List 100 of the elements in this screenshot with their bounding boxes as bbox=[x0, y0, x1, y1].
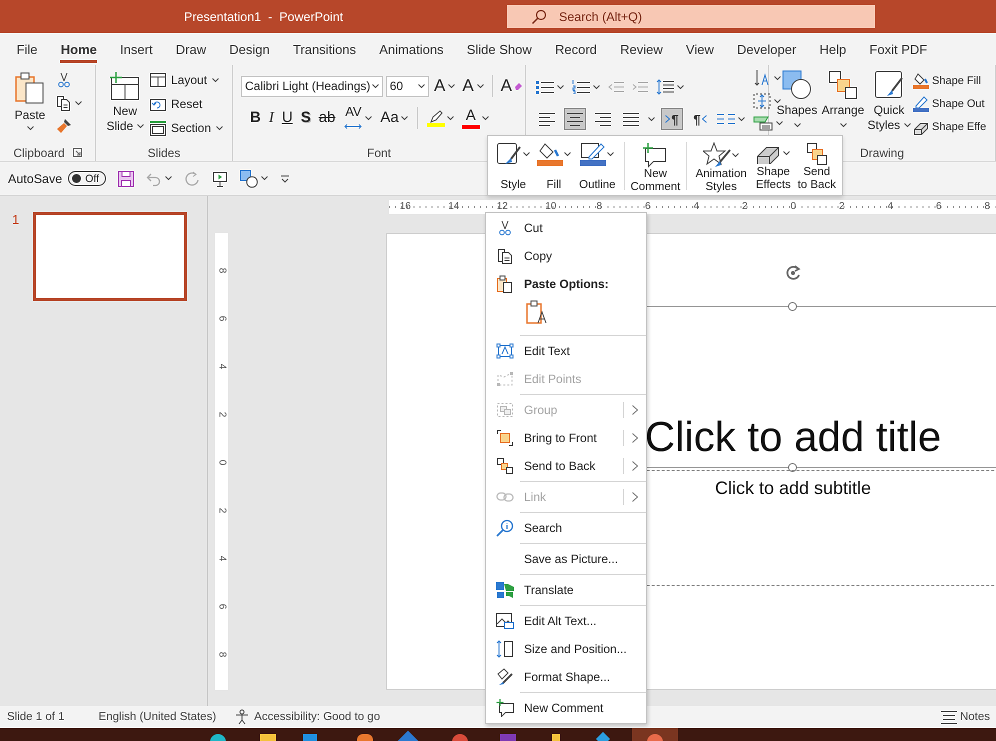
shape-effects-button[interactable]: Shape Effects bbox=[753, 140, 794, 192]
align-center-icon bbox=[567, 112, 583, 126]
shape-outline-button[interactable]: Shape Out bbox=[913, 92, 986, 115]
autosave-toggle[interactable]: Off bbox=[68, 171, 106, 186]
menu-item[interactable]: Search bbox=[486, 514, 646, 542]
new-slide-button[interactable]: New Slide bbox=[104, 65, 146, 144]
taskbar-icon[interactable] bbox=[596, 732, 610, 741]
paste-button[interactable]: Paste bbox=[12, 65, 48, 144]
font-color-button[interactable]: A bbox=[460, 107, 491, 129]
smartart-icon[interactable] bbox=[753, 115, 773, 131]
ribbon-tab[interactable]: Transitions bbox=[281, 36, 368, 62]
notes-button[interactable]: Notes bbox=[940, 710, 990, 724]
ribbon-tab[interactable]: Home bbox=[49, 36, 108, 62]
ribbon-tab[interactable]: Animations bbox=[368, 36, 456, 62]
font-size-dropdown[interactable]: 60 bbox=[386, 76, 430, 96]
ribbon-tab[interactable]: Review bbox=[608, 36, 674, 62]
menu-item[interactable]: Bring to Front bbox=[486, 424, 646, 452]
ribbon-tab[interactable]: Draw bbox=[164, 36, 218, 62]
ribbon-tab[interactable]: Developer bbox=[725, 36, 808, 62]
caret-icon bbox=[212, 78, 220, 82]
caret-icon bbox=[904, 123, 910, 128]
menu-item[interactable]: Save as Picture... bbox=[486, 545, 646, 573]
copy-icon[interactable] bbox=[56, 95, 72, 111]
align-center-button[interactable] bbox=[564, 108, 586, 130]
caret-icon bbox=[365, 116, 372, 120]
underline-button[interactable]: U bbox=[280, 107, 295, 129]
group-label: Clipboard bbox=[13, 146, 65, 160]
slide-thumbnail[interactable] bbox=[33, 212, 188, 301]
ribbon-tab[interactable]: Record bbox=[543, 36, 608, 62]
ribbon-tab[interactable]: Insert bbox=[108, 36, 164, 62]
font-name-dropdown[interactable]: Calibri Light (Headings) bbox=[241, 76, 383, 96]
menu-item[interactable]: New Comment bbox=[486, 694, 646, 722]
menu-item[interactable]: Send to Back bbox=[486, 452, 646, 480]
italic-button[interactable]: I bbox=[266, 107, 276, 129]
caret-icon bbox=[418, 84, 426, 88]
menu-item[interactable]: Translate bbox=[486, 576, 646, 604]
justify-icon bbox=[623, 112, 639, 126]
reset-button[interactable]: Reset bbox=[150, 92, 224, 116]
accessibility-status[interactable]: Accessibility: Good to go bbox=[254, 711, 380, 723]
quick-styles-button[interactable]: Quick Styles bbox=[867, 65, 911, 131]
save-icon[interactable] bbox=[118, 170, 134, 186]
columns-icon[interactable] bbox=[717, 113, 735, 125]
paintbrush-icon[interactable] bbox=[56, 118, 72, 134]
vertical-ruler: 8 6 4 2 0 2 4 6 8 bbox=[215, 233, 228, 690]
dialog-launcher-icon[interactable] bbox=[72, 148, 82, 157]
outline-button[interactable]: Outline bbox=[575, 140, 620, 192]
line-spacing-icon[interactable] bbox=[656, 79, 674, 95]
slide-number: 1 bbox=[12, 212, 20, 229]
search-icon bbox=[531, 8, 547, 24]
shapes-icon[interactable] bbox=[240, 170, 258, 188]
new-comment-button[interactable]: New Comment bbox=[628, 140, 682, 192]
ribbon-tab[interactable]: Slide Show bbox=[455, 36, 544, 62]
menu-item[interactable]: Cut bbox=[486, 214, 646, 242]
menu-item[interactable]: Edit Text bbox=[486, 337, 646, 365]
character-spacing-button[interactable]: AV bbox=[341, 107, 374, 129]
numbered-list-icon[interactable] bbox=[572, 80, 590, 94]
language-status[interactable]: English (United States) bbox=[98, 711, 216, 723]
chevron-right-icon bbox=[665, 115, 670, 123]
ribbon-tab[interactable]: Design bbox=[218, 36, 282, 62]
ribbon-tab[interactable]: View bbox=[674, 36, 726, 62]
layout-button[interactable]: Layout bbox=[150, 68, 224, 92]
menu-item[interactable]: Copy bbox=[486, 242, 646, 270]
style-button[interactable]: Style bbox=[494, 140, 533, 192]
left-to-right-button[interactable]: ¶ bbox=[661, 108, 683, 130]
active-taskbar-button[interactable] bbox=[632, 728, 678, 741]
search-field[interactable]: Search (Alt+Q) bbox=[507, 5, 875, 28]
ribbon-tab[interactable]: Foxit PDF bbox=[858, 36, 939, 62]
align-text-icon[interactable] bbox=[753, 93, 771, 109]
shape-effects-button[interactable]: Shape Effe bbox=[913, 115, 986, 138]
group-label: Font bbox=[366, 146, 391, 160]
arrange-button[interactable]: Arrange bbox=[821, 65, 865, 131]
shape-fill-button[interactable]: Shape Fill bbox=[913, 69, 986, 92]
animation-styles-button[interactable]: Animation Styles bbox=[691, 140, 752, 192]
notes-icon bbox=[940, 710, 957, 724]
menu-item[interactable]: Format Shape... bbox=[486, 663, 646, 691]
shrink-font-button[interactable]: A bbox=[460, 75, 486, 97]
section-button[interactable]: Section bbox=[150, 116, 224, 140]
grow-font-button[interactable]: A bbox=[432, 75, 458, 97]
text-direction-icon[interactable] bbox=[753, 69, 771, 87]
text-shadow-button[interactable]: S bbox=[298, 107, 313, 129]
reset-icon bbox=[150, 97, 166, 111]
fill-button[interactable]: Fill bbox=[534, 140, 574, 192]
chevron-right-icon bbox=[632, 433, 638, 443]
ribbon-tab[interactable]: File bbox=[5, 36, 50, 62]
shapes-button[interactable]: Shapes bbox=[775, 65, 819, 131]
menu-item[interactable]: Size and Position... bbox=[486, 635, 646, 663]
strikethrough-button[interactable]: ab bbox=[316, 107, 338, 129]
send-to-back-button[interactable]: Send to Back bbox=[796, 140, 838, 192]
scissors-icon[interactable] bbox=[56, 72, 72, 88]
customize-icon[interactable] bbox=[280, 174, 290, 182]
resize-handle[interactable] bbox=[788, 463, 797, 472]
resize-handle[interactable] bbox=[788, 302, 797, 311]
right-to-left-button[interactable]: ¶ bbox=[689, 108, 711, 130]
presentation-icon[interactable] bbox=[212, 170, 228, 186]
clear-formatting-button[interactable]: A bbox=[498, 75, 525, 97]
bulleted-list-icon[interactable] bbox=[536, 80, 554, 94]
menu-item[interactable]: Edit Alt Text... bbox=[486, 607, 646, 635]
ribbon-tab[interactable]: Help bbox=[808, 36, 858, 62]
change-case-button[interactable]: Aa bbox=[378, 107, 410, 129]
bold-button[interactable]: B bbox=[248, 107, 263, 129]
